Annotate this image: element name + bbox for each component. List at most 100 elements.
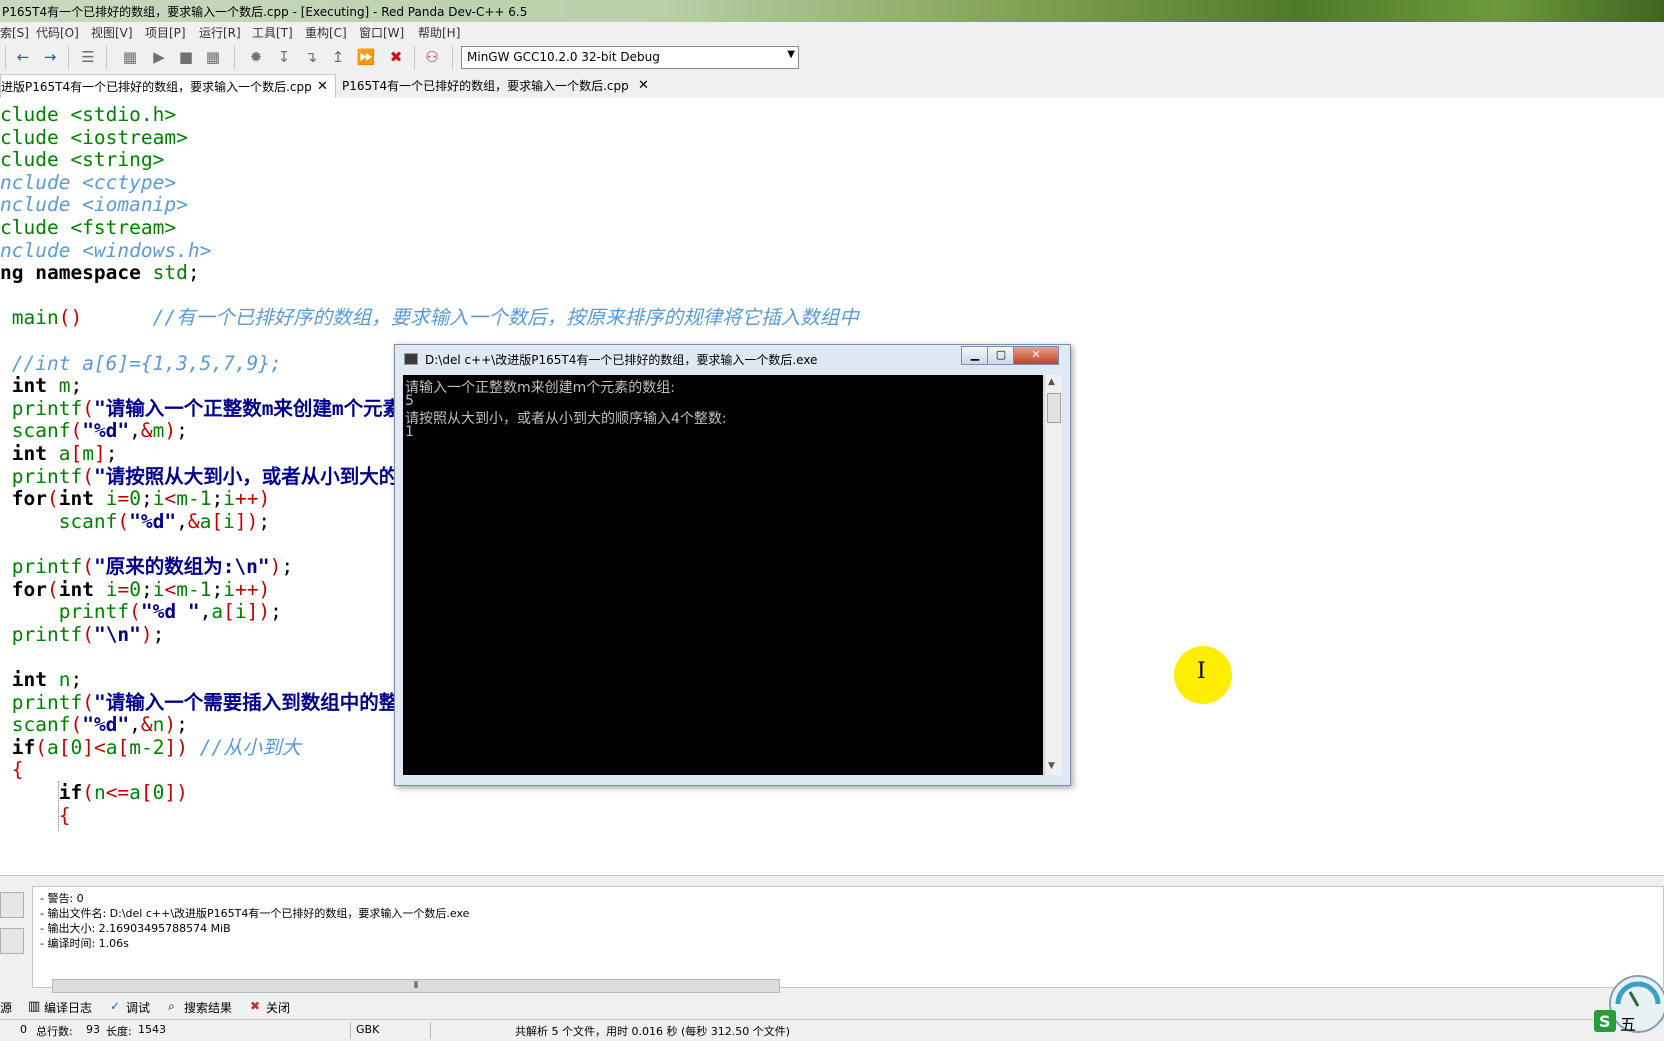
- watch-icon[interactable]: ⚇: [421, 46, 443, 68]
- back-arrow-icon[interactable]: ←: [12, 46, 34, 68]
- compiler-select[interactable]: MinGW GCC10.2.0 32-bit Debug ▼: [461, 46, 799, 69]
- code-token: ng namespace: [0, 261, 141, 285]
- scroll-thumb[interactable]: [1047, 393, 1061, 423]
- compile-log[interactable]: - 警告: 0 - 输出文件名: D:\del c++\改进版P165T4有一个…: [32, 886, 1664, 988]
- maximize-button[interactable]: ▢: [987, 346, 1015, 365]
- grip-icon: ⦀: [414, 981, 418, 991]
- status-bar: 0 总行数: 93 长度: 1543 GBK 共解析 5 个文件，用时 0.01…: [0, 1019, 1664, 1041]
- status-lines: 93: [86, 1023, 100, 1036]
- code-token: ;: [258, 509, 271, 533]
- tab-compile-log[interactable]: 编译日志: [44, 999, 92, 1016]
- code-token: "%d": [82, 713, 130, 737]
- code-token: i: [105, 487, 118, 511]
- step-out-icon[interactable]: ↥: [327, 46, 349, 68]
- tab-search-results[interactable]: 搜索结果: [184, 999, 232, 1016]
- toolbar: ← → ☰ ▦ ▶ ■ ▦ ✹ ↧ ↴ ↥ ⏩ ✖ ⚇ MinGW GCC10.…: [0, 42, 1664, 75]
- stop-debug-icon[interactable]: ✖: [385, 46, 407, 68]
- menu-refactor[interactable]: 重构[C]: [305, 24, 347, 41]
- menu-run[interactable]: 运行[R]: [199, 24, 241, 41]
- code-token: (: [82, 690, 94, 714]
- tab-source[interactable]: 源: [0, 999, 12, 1016]
- close-icon[interactable]: ✕: [638, 74, 649, 98]
- code-token: (: [82, 781, 94, 804]
- console-output[interactable]: 请输入一个正整数m来创建m个元素的数组: 5 请按照从大到小，或者从小到大的顺序…: [403, 375, 1043, 775]
- code-token: 0: [70, 735, 83, 759]
- code-token: scanf: [58, 509, 118, 533]
- menu-view[interactable]: 视图[V]: [91, 24, 133, 41]
- code-token: ): [258, 577, 271, 601]
- rebuild-icon[interactable]: ▦: [202, 46, 224, 68]
- code-token: printf: [11, 396, 83, 420]
- code-line: ng namespace std;: [0, 261, 200, 285]
- code-token: nclude <iomanip>: [0, 193, 188, 217]
- tab-debug[interactable]: 调试: [126, 999, 150, 1016]
- panel-side-button[interactable]: [0, 892, 24, 918]
- code-token: (: [70, 713, 83, 737]
- code-line: {: [0, 758, 24, 782]
- code-token: //有一个已排好序的数组，要求输入一个数后，按原来排序的规律将它插入数组中: [152, 306, 859, 330]
- code-token: (: [129, 600, 141, 624]
- menu-project[interactable]: 项目[P]: [145, 24, 186, 41]
- code-token: clude <string>: [0, 148, 165, 172]
- menu-bar: 索[S] 代码[O] 视图[V] 项目[P] 运行[R] 工具[T] 重构[C]…: [0, 22, 1664, 42]
- step-into-icon[interactable]: ↴: [300, 46, 322, 68]
- status-encoding[interactable]: GBK: [356, 1023, 379, 1036]
- code-token: ]): [164, 735, 188, 759]
- menu-code[interactable]: 代码[O]: [36, 24, 79, 41]
- window-title: P165T4有一个已排好的数组，要求输入一个数后.cpp - [Executin…: [2, 5, 528, 19]
- code-line: nclude <windows.h>: [0, 239, 211, 263]
- code-token: nclude <cctype>: [0, 170, 177, 194]
- code-line: printf("\n");: [0, 623, 165, 647]
- code-line: if(n<=a[0]): [0, 781, 188, 805]
- ime-indicator[interactable]: S 五: [1590, 970, 1664, 1040]
- compile-icon[interactable]: ▦: [119, 46, 141, 68]
- close-icon[interactable]: ✕: [317, 75, 328, 99]
- stop-icon[interactable]: ■: [175, 46, 197, 68]
- tab-close[interactable]: 关闭: [266, 999, 290, 1016]
- code-token: ++: [234, 577, 259, 601]
- status-length-label: 长度:: [106, 1025, 132, 1038]
- run-icon[interactable]: ▶: [148, 46, 170, 68]
- console-window[interactable]: D:\del c++\改进版P165T4有一个已排好的数组，要求输入一个数后.e…: [394, 344, 1071, 786]
- step-over-icon[interactable]: ↧: [273, 46, 295, 68]
- code-token: ;: [187, 261, 200, 285]
- menu-help[interactable]: 帮助[H]: [418, 24, 460, 41]
- continue-icon[interactable]: ⏩: [355, 46, 377, 68]
- code-line: clude <string>: [0, 148, 164, 172]
- tab-original-file[interactable]: P165T4有一个已排好的数组，要求输入一个数后.cpp ✕: [342, 74, 652, 98]
- tab-improved-file[interactable]: 进版P165T4有一个已排好的数组，要求输入一个数后.cpp ✕: [0, 74, 336, 99]
- message-panel: - 警告: 0 - 输出文件名: D:\del c++\改进版P165T4有一个…: [0, 875, 1664, 996]
- forward-arrow-icon[interactable]: →: [39, 46, 61, 68]
- menu-search[interactable]: 索[S]: [0, 24, 29, 41]
- cursor-highlight: I: [1174, 646, 1232, 704]
- log-horizontal-scrollbar[interactable]: ⦀: [52, 979, 780, 993]
- debug-icon[interactable]: ✹: [245, 46, 267, 68]
- format-code-icon[interactable]: ☰: [77, 46, 99, 68]
- close-button[interactable]: ✕: [1013, 346, 1059, 365]
- minimize-button[interactable]: ▁: [961, 346, 989, 365]
- code-token: "%d": [82, 419, 130, 443]
- code-token: <: [164, 487, 177, 511]
- code-token: a: [58, 442, 71, 465]
- scroll-up-icon[interactable]: ▲: [1048, 377, 1055, 387]
- console-line: 请按照从大到小，或者从小到大的顺序输入4个整数:: [405, 411, 727, 427]
- code-token: if: [11, 735, 36, 759]
- editor-tabs: 进版P165T4有一个已排好的数组，要求输入一个数后.cpp ✕ P165T4有…: [0, 74, 1664, 99]
- code-token: n: [93, 781, 106, 804]
- menu-tools[interactable]: 工具[T]: [252, 24, 293, 41]
- code-line: int n;: [0, 668, 82, 692]
- scroll-down-icon[interactable]: ▼: [1048, 761, 1055, 771]
- menu-window[interactable]: 窗口[W]: [359, 24, 404, 41]
- console-scrollbar[interactable]: ▲ ▼: [1044, 375, 1062, 775]
- panel-side-button[interactable]: [0, 928, 24, 954]
